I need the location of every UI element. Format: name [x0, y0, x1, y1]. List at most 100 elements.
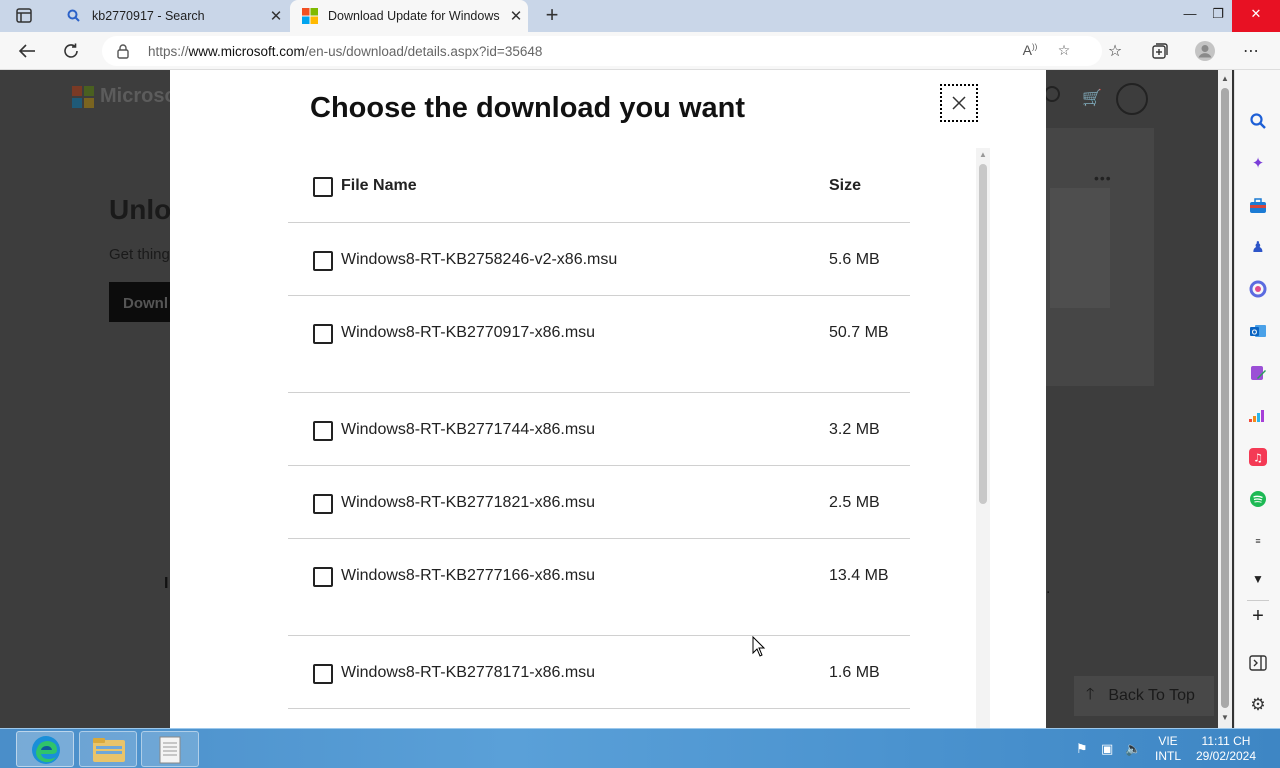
table-row[interactable]: Windows8-RT-KB2758246-v2-x86.msu 5.6 MB — [288, 223, 910, 296]
keyboard-layout: INTL — [1154, 749, 1181, 763]
chevron-down-icon[interactable]: ▼ — [1247, 568, 1269, 590]
tab-close-icon[interactable]: ✕ — [264, 7, 288, 25]
stray-dot: . — [1046, 580, 1051, 597]
close-icon — [952, 96, 966, 110]
url-text[interactable]: https://www.microsoft.com/en-us/download… — [148, 44, 542, 59]
column-header-size: Size — [829, 177, 862, 194]
file-size: 2.5 MB — [829, 494, 880, 511]
file-size: 5.6 MB — [829, 251, 880, 268]
file-checkbox[interactable] — [313, 567, 333, 587]
search-icon — [1044, 86, 1060, 102]
scroll-up-icon[interactable]: ▲ — [1221, 74, 1229, 83]
select-all-checkbox[interactable] — [313, 177, 333, 197]
amazon-music-icon[interactable]: ≡ — [1247, 530, 1269, 552]
language-code: VIE — [1158, 734, 1178, 748]
volume-icon[interactable]: 🔈 — [1125, 741, 1141, 757]
sidebar-search-icon[interactable] — [1247, 110, 1269, 132]
file-checkbox[interactable] — [313, 251, 333, 271]
dialog-scroll-thumb[interactable] — [979, 164, 987, 504]
hide-sidebar-icon[interactable] — [1247, 652, 1269, 674]
apple-music-icon[interactable]: ♫ — [1247, 446, 1269, 468]
tab-download-update[interactable]: Download Update for Windows ✕ — [290, 0, 528, 32]
file-checkbox[interactable] — [313, 664, 333, 684]
mouse-cursor-icon — [752, 636, 766, 657]
windows-taskbar: ⚑ ▣ 🔈 VIE INTL 11:11 CH 29/02/2024 — [0, 728, 1280, 768]
file-checkbox[interactable] — [313, 494, 333, 514]
more-dots-icon: ••• — [1094, 170, 1112, 186]
read-aloud-icon[interactable]: A)) — [1020, 42, 1040, 60]
microsoft-logo-icon — [302, 8, 318, 24]
file-checkbox[interactable] — [313, 324, 333, 344]
restore-icon[interactable]: ❐ — [1202, 0, 1234, 32]
tab-close-icon[interactable]: ✕ — [504, 7, 528, 25]
url-path: /en-us/download/details.aspx?id=35648 — [304, 44, 543, 59]
back-arrow-icon[interactable] — [14, 38, 40, 64]
edge-sidebar: ✦ ♟ O ♫ ≡ ▼ + ⚙ — [1234, 70, 1280, 728]
file-name: Windows8-RT-KB2771744-x86.msu — [341, 421, 596, 438]
back-to-top-button: 🡑 Back To Top — [1074, 676, 1214, 716]
table-row[interactable]: Windows8-RT-KB2771744-x86.msu 3.2 MB — [288, 393, 910, 466]
page-subtext: Get thing — [109, 246, 170, 263]
dialog-title: Choose the download you want — [310, 92, 745, 124]
new-tab-button[interactable]: + — [540, 4, 564, 28]
tab-strip: kb2770917 - Search ✕ Download Update for… — [0, 0, 1280, 32]
add-icon[interactable]: + — [1247, 605, 1269, 627]
notepad-button[interactable] — [141, 731, 199, 767]
file-checkbox[interactable] — [313, 421, 333, 441]
tab-actions-icon[interactable] — [10, 7, 38, 25]
page-scroll-thumb[interactable] — [1221, 88, 1229, 708]
file-name: Windows8-RT-KB2777166-x86.msu — [341, 567, 596, 584]
svg-text:O: O — [1252, 329, 1258, 336]
address-bar[interactable]: https://www.microsoft.com/en-us/download… — [102, 36, 1102, 66]
lock-icon[interactable] — [116, 43, 130, 64]
stray-text: I — [164, 575, 169, 592]
language-indicator[interactable]: VIE INTL — [1150, 729, 1186, 768]
table-row[interactable]: Windows8-RT-KB2771821-x86.msu 2.5 MB — [288, 466, 910, 539]
spotify-icon[interactable] — [1247, 488, 1269, 510]
favorites-icon[interactable]: ☆ — [1104, 40, 1126, 62]
dialog-scrollbar[interactable]: ▲ — [976, 148, 990, 728]
file-size: 50.7 MB — [829, 324, 889, 341]
sidebar-divider — [1247, 600, 1269, 601]
tools-briefcase-icon[interactable] — [1247, 195, 1269, 217]
deezer-icon[interactable] — [1247, 405, 1269, 427]
cart-icon: 🛒 — [1082, 90, 1102, 107]
action-center-flag-icon[interactable]: ⚑ — [1076, 741, 1088, 757]
file-name: Windows8-RT-KB2778171-x86.msu — [341, 664, 596, 681]
download-dialog: Choose the download you want File Name S… — [170, 70, 1046, 728]
more-menu-icon[interactable]: ⋯ — [1240, 40, 1262, 62]
arrow-up-icon: 🡑 — [1086, 685, 1095, 703]
network-icon[interactable]: ▣ — [1101, 741, 1113, 757]
search-icon — [66, 8, 82, 24]
clock[interactable]: 11:11 CH 29/02/2024 — [1188, 729, 1264, 768]
add-favorite-icon[interactable]: ☆ — [1054, 42, 1074, 60]
collections-icon[interactable] — [1149, 40, 1171, 62]
settings-gear-icon[interactable]: ⚙ — [1247, 694, 1269, 716]
preview-card — [1046, 128, 1154, 386]
column-header-name: File Name — [341, 177, 417, 194]
tab-search[interactable]: kb2770917 - Search ✕ — [54, 0, 288, 32]
scroll-down-icon[interactable]: ▼ — [1221, 713, 1229, 722]
file-table: File Name Size Windows8-RT-KB2758246-v2-… — [288, 150, 910, 709]
table-row[interactable]: Windows8-RT-KB2777166-x86.msu 13.4 MB — [288, 539, 910, 636]
table-row[interactable]: Windows8-RT-KB2778171-x86.msu 1.6 MB — [288, 636, 910, 709]
close-window-icon[interactable]: ✕ — [1232, 0, 1280, 32]
games-icon[interactable]: ♟ — [1247, 236, 1269, 258]
file-explorer-button[interactable] — [79, 731, 137, 767]
profile-avatar[interactable] — [1194, 40, 1216, 62]
close-dialog-button[interactable] — [940, 84, 978, 122]
office-icon[interactable] — [1247, 278, 1269, 300]
table-row[interactable]: Windows8-RT-KB2770917-x86.msu 50.7 MB — [288, 296, 910, 393]
address-toolbar: https://www.microsoft.com/en-us/download… — [0, 32, 1280, 70]
microsoft-logo-icon — [72, 86, 94, 108]
outlook-icon[interactable]: O — [1247, 320, 1269, 342]
url-domain: www.microsoft.com — [188, 44, 305, 59]
page-scrollbar[interactable]: ▲ ▼ — [1218, 70, 1232, 728]
account-icon — [1116, 83, 1148, 115]
refresh-icon[interactable] — [58, 38, 84, 64]
scroll-up-icon[interactable]: ▲ — [979, 150, 987, 159]
editor-icon[interactable] — [1247, 362, 1269, 384]
start-button[interactable] — [16, 731, 74, 767]
copilot-sparkle-icon[interactable]: ✦ — [1247, 152, 1269, 174]
file-name: Windows8-RT-KB2758246-v2-x86.msu — [341, 251, 618, 268]
